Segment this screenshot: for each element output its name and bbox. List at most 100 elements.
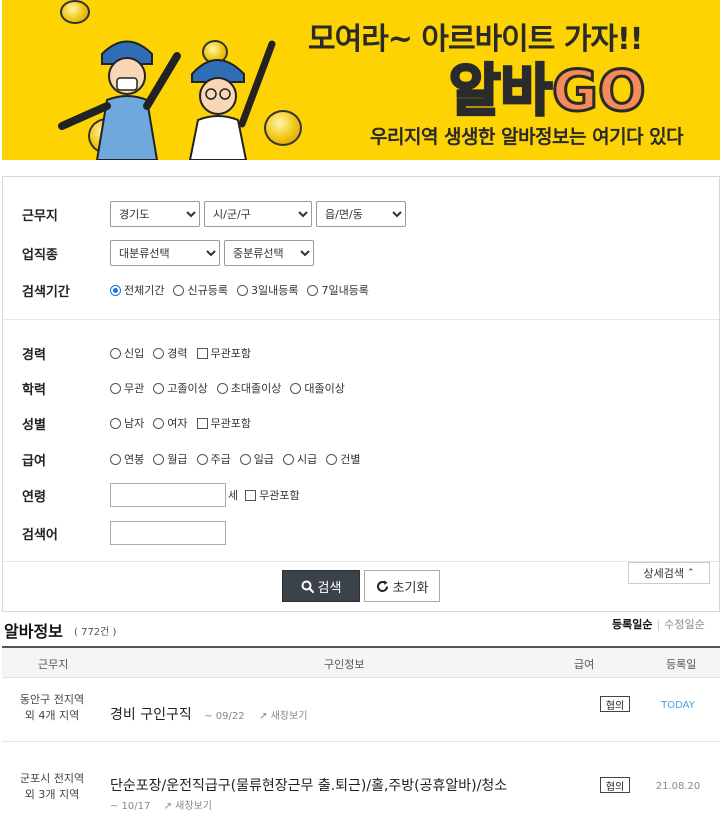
radio-icon [153, 382, 165, 394]
character-illustration [58, 40, 276, 160]
detail-search-button[interactable]: 상세검색 ⌃ [628, 562, 710, 584]
pay-badge: 협의 [600, 777, 630, 793]
period-option-7days[interactable]: 7일내등록 [307, 282, 369, 298]
checkbox-icon [245, 489, 257, 501]
checkbox-icon [196, 347, 208, 359]
divider [3, 319, 719, 320]
col-date: 등록일 [666, 658, 697, 671]
table-row[interactable]: 동안구 전지역 외 4개 지역 경비 구인구직 ~ 09/22 ↗ 새창보기 협… [2, 678, 720, 742]
radio-icon [173, 284, 185, 296]
new-window-link[interactable]: ↗ 새창보기 [259, 711, 307, 722]
col-info: 구인정보 [324, 658, 365, 671]
education-option-university[interactable]: 대졸이상 [290, 380, 345, 396]
city-select[interactable]: 시/군/구 [204, 201, 312, 227]
deadline: ~ 10/17 [110, 801, 151, 812]
col-location: 근무지 [38, 658, 69, 671]
external-link-icon: ↗ [163, 801, 172, 812]
career-any-checkbox[interactable]: 무관포함 [196, 345, 251, 361]
career-label: 경력 [22, 347, 46, 363]
age-any-checkbox[interactable]: 무관포함 [245, 487, 300, 503]
town-select[interactable]: 읍/면/동 [316, 201, 406, 227]
radio-icon [283, 453, 294, 465]
period-label: 검색기간 [22, 284, 70, 300]
col-pay: 급여 [574, 658, 595, 671]
chevron-up-icon: ⌃ [686, 568, 695, 578]
register-date: 21.08.20 [655, 781, 701, 792]
radio-icon [153, 347, 165, 359]
radio-icon [153, 453, 165, 465]
period-option-new[interactable]: 신규등록 [173, 282, 228, 298]
radio-icon [196, 453, 208, 465]
reset-button[interactable]: 초기화 [364, 570, 440, 602]
radio-icon [110, 284, 121, 296]
external-link-icon: ↗ [259, 711, 268, 722]
pay-badge: 협의 [600, 696, 630, 712]
new-window-link[interactable]: ↗ 새창보기 [164, 801, 212, 812]
table-row[interactable]: 군포시 전지역 외 3개 지역 단순포장/운전직급구(물류현장근무 출.퇴근)/… [2, 743, 720, 814]
province-select[interactable]: 경기도 [110, 201, 200, 227]
education-option-any[interactable]: 무관 [110, 380, 144, 396]
salary-option-per-task[interactable]: 건별 [326, 451, 361, 467]
refresh-icon [376, 580, 388, 592]
education-label: 학력 [22, 382, 46, 398]
keyword-label: 검색어 [22, 527, 58, 543]
salary-option-annual[interactable]: 연봉 [110, 451, 144, 467]
row-location: 동안구 전지역 외 4개 지역 [19, 693, 85, 722]
deadline: ~ 09/22 [204, 711, 245, 722]
radio-icon [110, 453, 121, 465]
banner-subtitle: 우리지역 생생한 알바정보는 여기다 있다 [370, 126, 684, 148]
radio-icon [216, 382, 228, 394]
industry-minor-select[interactable]: 중분류선택 [224, 240, 314, 266]
age-input[interactable] [110, 483, 226, 507]
age-unit: 세 [228, 489, 239, 502]
divider [3, 561, 719, 562]
period-option-3days[interactable]: 3일내등록 [236, 282, 298, 298]
age-label: 연령 [22, 489, 46, 505]
education-option-highschool[interactable]: 고졸이상 [153, 380, 208, 396]
radio-icon [110, 347, 121, 359]
salary-option-weekly[interactable]: 주급 [196, 451, 231, 467]
albago-logo: 알바GO [447, 58, 647, 126]
radio-icon [110, 417, 121, 429]
gender-option-male[interactable]: 남자 [110, 415, 144, 431]
search-button[interactable]: 검색 [282, 570, 360, 602]
career-option-new[interactable]: 신입 [110, 345, 144, 361]
results-count: ( 772건 ) [74, 627, 117, 638]
industry-major-select[interactable]: 대분류선택 [110, 240, 220, 266]
banner: 모여라~ 아르바이트 가자!! 알바GO 우리지역 생생한 알바정보는 여기다 … [2, 0, 720, 160]
job-title-link[interactable]: 경비 구인구직 [110, 707, 192, 723]
salary-option-monthly[interactable]: 월급 [153, 451, 188, 467]
radio-icon [239, 453, 251, 465]
job-meta: ~ 10/17 ↗ 새창보기 [110, 797, 212, 812]
search-form: 근무지 경기도 시/군/구 읍/면/동 업직종 대분류선택 중분류선택 검색기간… [2, 176, 720, 612]
salary-option-daily[interactable]: 일급 [239, 451, 274, 467]
radio-icon [236, 284, 248, 296]
salary-option-hourly[interactable]: 시급 [283, 451, 317, 467]
gender-option-female[interactable]: 여자 [153, 415, 188, 431]
radio-icon [307, 284, 319, 296]
job-title-link[interactable]: 단순포장/운전직급구(물류현장근무 출.퇴근)/홀,주방(공휴알바)/청소 [110, 775, 507, 795]
sort-options: 등록일순 | 수정일순 [612, 618, 705, 631]
checkbox-icon [196, 417, 208, 429]
radio-icon [290, 382, 302, 394]
gender-label: 성별 [22, 417, 46, 433]
search-icon [301, 580, 314, 593]
radio-icon [326, 453, 338, 465]
register-date: TODAY [661, 700, 695, 711]
salary-label: 급여 [22, 453, 46, 469]
career-option-experienced[interactable]: 경력 [153, 345, 188, 361]
workplace-label: 근무지 [22, 208, 58, 224]
table-header: 근무지 구인정보 급여 등록일 [2, 646, 720, 678]
job-title-row: 경비 구인구직 ~ 09/22 ↗ 새창보기 [110, 704, 307, 724]
results-title: 알바정보 [4, 622, 63, 641]
education-option-college[interactable]: 초대졸이상 [216, 380, 281, 396]
radio-icon [153, 417, 165, 429]
radio-icon [110, 382, 121, 394]
gender-any-checkbox[interactable]: 무관포함 [196, 415, 251, 431]
period-option-all[interactable]: 전체기간 [110, 282, 164, 298]
sort-by-registered[interactable]: 등록일순 [612, 618, 652, 631]
row-location: 군포시 전지역 외 3개 지역 [19, 772, 85, 801]
sort-by-modified[interactable]: 수정일순 [664, 618, 704, 631]
industry-label: 업직종 [22, 247, 58, 263]
keyword-input[interactable] [110, 521, 226, 545]
